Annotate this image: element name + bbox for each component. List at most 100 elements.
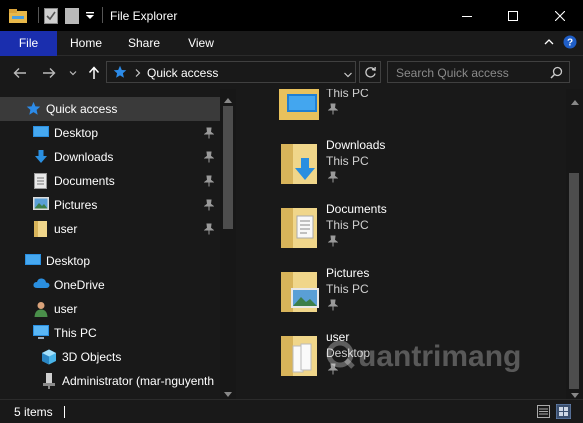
item-location: This PC	[326, 282, 369, 296]
sidebar-item-label: 3D Objects	[62, 350, 122, 364]
breadcrumb-quick-access[interactable]: Quick access	[147, 66, 218, 80]
back-arrow-icon	[13, 68, 26, 78]
scroll-up-icon[interactable]	[571, 94, 579, 108]
recent-locations-button[interactable]	[64, 64, 82, 82]
sidebar-item-user-pinned[interactable]: user	[0, 217, 220, 241]
list-item-downloads[interactable]: Downloads This PC	[276, 138, 556, 198]
list-item-desktop[interactable]: This PC	[276, 89, 556, 144]
title-divider	[102, 7, 103, 23]
scroll-up-icon[interactable]	[224, 92, 232, 106]
address-history-icon[interactable]	[343, 68, 353, 82]
nav-pane-scrollbar[interactable]	[220, 89, 236, 399]
new-folder-quick-icon[interactable]	[65, 8, 79, 27]
navigation-pane: Quick access Desktop Downloads Documents…	[0, 89, 236, 399]
content-scrollbar[interactable]	[566, 89, 583, 399]
pin-icon	[203, 223, 215, 235]
close-button[interactable]	[537, 0, 583, 31]
pictures-icon	[33, 197, 49, 213]
tab-share[interactable]: Share	[118, 31, 170, 56]
documents-folder-icon	[279, 204, 321, 250]
item-name: Pictures	[326, 266, 370, 280]
expand-ribbon-icon[interactable]	[543, 36, 555, 51]
sidebar-item-this-pc[interactable]: This PC	[0, 321, 220, 345]
pin-icon	[203, 127, 215, 139]
sidebar-item-label: Administrator (mar-nguyenth	[62, 374, 215, 388]
svg-text:?: ?	[567, 38, 573, 49]
sidebar-item-label: Documents	[54, 174, 115, 188]
tab-home[interactable]: Home	[60, 31, 112, 56]
sidebar-item-network-drive[interactable]: Administrator (mar-nguyenth	[0, 369, 220, 393]
sidebar-item-3d-objects[interactable]: 3D Objects	[0, 345, 220, 369]
sidebar-item-label: This PC	[54, 326, 97, 340]
status-bar: 5 items	[0, 399, 583, 423]
maximize-icon	[508, 10, 518, 21]
back-button[interactable]	[11, 64, 29, 82]
help-icon[interactable]: ?	[563, 35, 577, 52]
sidebar-item-downloads[interactable]: Downloads	[0, 145, 220, 169]
large-icons-view-icon[interactable]	[555, 403, 572, 422]
scroll-down-icon[interactable]	[224, 387, 232, 399]
search-box[interactable]: Search Quick access	[387, 61, 570, 83]
nav-scroll-thumb[interactable]	[223, 106, 233, 229]
pin-icon	[327, 299, 339, 311]
refresh-icon	[364, 66, 376, 78]
star-icon	[26, 101, 42, 117]
properties-icon[interactable]	[44, 8, 58, 27]
file-explorer-icon	[9, 8, 27, 27]
cloud-icon	[33, 277, 50, 293]
computer-icon	[33, 325, 49, 341]
sidebar-item-label: Quick access	[46, 102, 118, 116]
details-view-icon[interactable]	[537, 405, 550, 421]
list-item-pictures[interactable]: Pictures This PC	[276, 266, 556, 326]
up-arrow-icon	[88, 66, 100, 79]
watermark-text: uantrimang	[358, 340, 522, 373]
sidebar-item-onedrive[interactable]: OneDrive	[0, 273, 220, 297]
chevron-down-icon	[69, 71, 77, 76]
tab-file[interactable]: File	[0, 31, 57, 56]
star-icon	[113, 65, 127, 82]
pin-icon	[327, 171, 339, 183]
downloads-folder-icon	[279, 140, 321, 186]
sidebar-item-label: user	[54, 302, 78, 316]
up-button[interactable]	[85, 64, 103, 82]
sidebar-item-desktop[interactable]: Desktop	[0, 249, 220, 273]
watermark-q-icon	[326, 340, 355, 369]
cube-icon	[41, 349, 57, 365]
pin-icon	[327, 103, 339, 115]
ribbon-tabs: File Home Share View ?	[0, 31, 583, 56]
sidebar-item-label: Downloads	[54, 150, 114, 164]
sidebar-item-documents[interactable]: Documents	[0, 169, 220, 193]
minimize-icon	[462, 15, 472, 17]
desktop-folder-icon	[279, 89, 321, 132]
sidebar-item-pictures[interactable]: Pictures	[0, 193, 220, 217]
status-separator	[64, 406, 65, 418]
desktop-icon	[25, 253, 41, 269]
pictures-folder-icon	[279, 268, 321, 314]
watermark-logo: uantrimang	[326, 340, 521, 374]
sidebar-item-label: Pictures	[54, 198, 98, 212]
breadcrumb-separator-icon[interactable]	[134, 67, 142, 81]
sidebar-item-desktop-pinned[interactable]: Desktop	[0, 121, 220, 145]
maximize-button[interactable]	[490, 0, 536, 31]
sidebar-item-label: user	[54, 222, 78, 236]
document-icon	[34, 173, 50, 189]
address-bar[interactable]: Quick access	[106, 61, 356, 83]
forward-button[interactable]	[40, 64, 58, 82]
search-icon[interactable]	[550, 66, 563, 82]
pin-icon	[327, 235, 339, 247]
pin-icon	[203, 199, 215, 211]
user-icon	[34, 301, 50, 317]
pin-icon	[203, 151, 215, 163]
tab-view[interactable]: View	[175, 31, 227, 56]
item-location: This PC	[326, 218, 369, 232]
sidebar-item-quick-access[interactable]: Quick access	[0, 97, 220, 121]
minimize-button[interactable]	[444, 0, 490, 31]
refresh-button[interactable]	[359, 61, 381, 83]
list-item-documents[interactable]: Documents This PC	[276, 202, 556, 262]
sidebar-item-user[interactable]: user	[0, 297, 220, 321]
content-scroll-thumb[interactable]	[569, 173, 579, 389]
customize-toolbar-icon[interactable]	[85, 10, 95, 24]
pin-icon	[203, 175, 215, 187]
sidebar-item-label: Desktop	[46, 254, 91, 268]
title-bar: File Explorer	[0, 0, 583, 32]
